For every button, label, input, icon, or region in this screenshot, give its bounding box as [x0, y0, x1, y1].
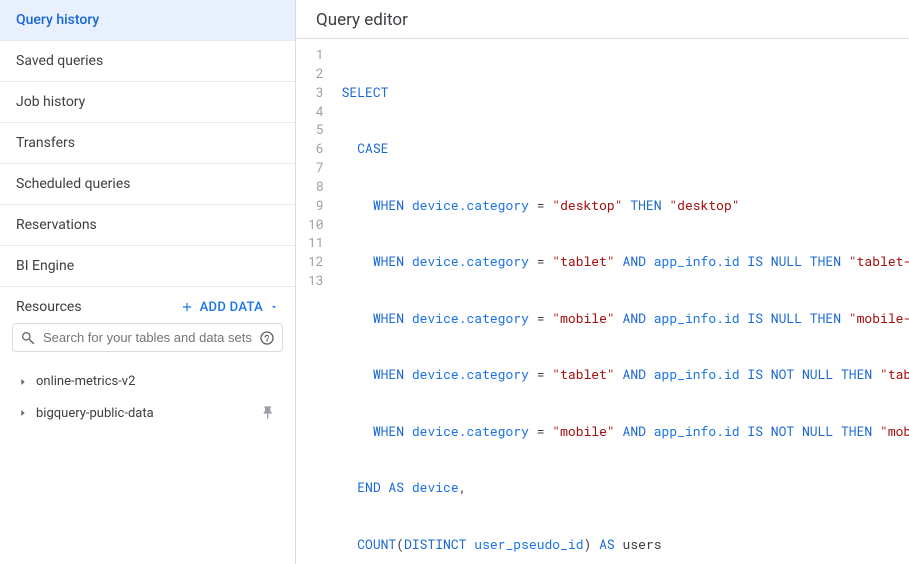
search-icon — [20, 330, 36, 346]
code-editor[interactable]: 12345678910111213 SELECT CASE WHEN devic… — [296, 39, 909, 564]
tree-item[interactable]: bigquery-public-data — [8, 397, 287, 429]
resource-tree: online-metrics-v2 bigquery-public-data — [0, 362, 295, 433]
line-gutter: 12345678910111213 — [296, 39, 332, 564]
resources-label: Resources — [16, 299, 82, 315]
pin-icon[interactable] — [261, 405, 277, 421]
nav-job-history[interactable]: Job history — [0, 82, 295, 123]
nav-saved-queries[interactable]: Saved queries — [0, 41, 295, 82]
chevron-right-icon — [18, 408, 28, 418]
nav-transfers[interactable]: Transfers — [0, 123, 295, 164]
nav-bi-engine[interactable]: BI Engine — [0, 246, 295, 287]
tree-item[interactable]: online-metrics-v2 — [8, 366, 287, 397]
nav-scheduled-queries[interactable]: Scheduled queries — [0, 164, 295, 205]
tree-item-label: online-metrics-v2 — [36, 374, 135, 389]
add-data-label: ADD DATA — [200, 300, 263, 315]
plus-icon — [180, 300, 194, 314]
add-data-button[interactable]: ADD DATA — [180, 300, 279, 315]
code-content[interactable]: SELECT CASE WHEN device.category = "desk… — [332, 39, 909, 564]
nav-reservations[interactable]: Reservations — [0, 205, 295, 246]
nav-query-history[interactable]: Query history — [0, 0, 295, 41]
chevron-right-icon — [18, 377, 28, 387]
chevron-down-icon — [269, 302, 279, 312]
sidebar: Query history Saved queries Job history … — [0, 0, 296, 564]
help-icon[interactable] — [259, 330, 275, 346]
search-input[interactable] — [12, 323, 283, 352]
editor-title: Query editor — [296, 0, 909, 39]
tree-item-label: bigquery-public-data — [36, 406, 253, 421]
